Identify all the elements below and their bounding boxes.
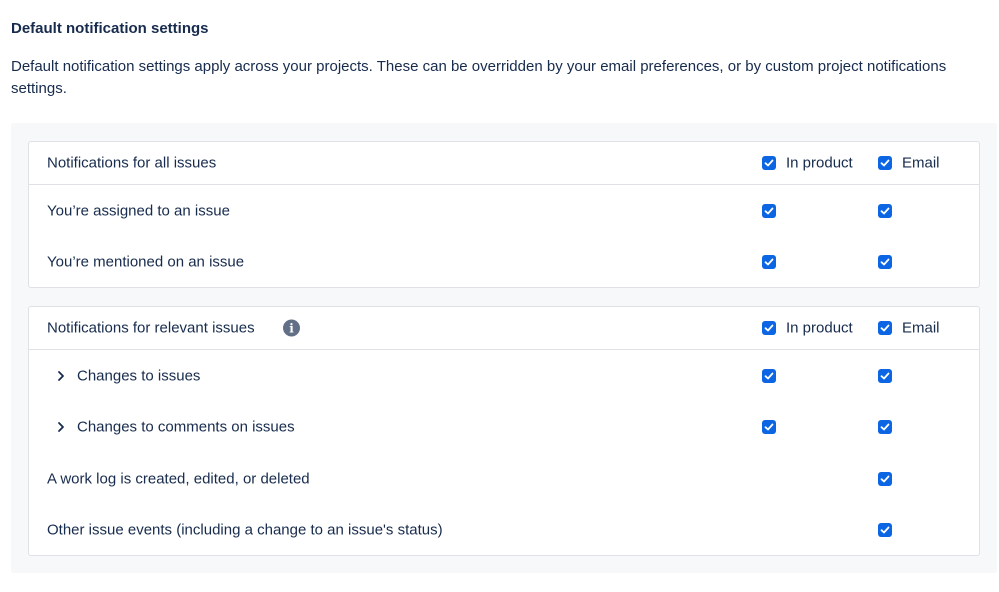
check-icon <box>880 207 890 215</box>
relevant-issues-title: Notifications for relevant issues <box>47 319 255 337</box>
row-label: Changes to issues <box>77 367 201 385</box>
chevron-right-icon[interactable] <box>55 421 67 433</box>
in-product-column-label: In product <box>786 319 853 337</box>
check-icon <box>764 324 774 332</box>
email-checkbox[interactable] <box>878 368 892 383</box>
row-label: You’re mentioned on an issue <box>47 253 245 271</box>
in-product-checkbox[interactable] <box>762 420 776 435</box>
check-icon <box>880 423 890 431</box>
all-issues-email-checkbox[interactable] <box>878 156 892 170</box>
in-product-checkbox[interactable] <box>762 368 776 383</box>
email-checkbox[interactable] <box>878 420 892 435</box>
relevant-issues-header: Notifications for relevant issues i In p… <box>29 307 979 350</box>
relevant-issues-card: Notifications for relevant issues i In p… <box>28 306 980 556</box>
relevant-issues-email-checkbox[interactable] <box>878 321 892 335</box>
list-item: Other issue events (including a change t… <box>29 505 979 557</box>
check-icon <box>764 372 774 380</box>
check-icon <box>764 159 774 167</box>
all-issues-title: Notifications for all issues <box>47 154 217 172</box>
row-label: Other issue events (including a change t… <box>47 521 443 539</box>
email-column-label: Email <box>902 154 940 172</box>
email-column-label: Email <box>902 319 940 337</box>
relevant-issues-in-product-checkbox[interactable] <box>762 321 776 335</box>
check-icon <box>764 423 774 431</box>
email-checkbox[interactable] <box>878 471 892 486</box>
all-issues-in-product-checkbox[interactable] <box>762 156 776 170</box>
chevron-right-icon[interactable] <box>55 370 67 382</box>
check-icon <box>880 372 890 380</box>
expandable-row-changes-to-issues[interactable]: Changes to issues <box>29 350 979 402</box>
check-icon <box>880 475 890 483</box>
list-item: A work log is created, edited, or delete… <box>29 453 979 505</box>
all-issues-card: Notifications for all issues In product … <box>28 141 980 288</box>
in-product-column-label: In product <box>786 154 853 172</box>
info-icon[interactable]: i <box>283 319 300 337</box>
check-icon <box>880 324 890 332</box>
email-checkbox[interactable] <box>878 523 892 538</box>
in-product-checkbox[interactable] <box>762 255 776 270</box>
check-icon <box>880 526 890 534</box>
list-item: You’re assigned to an issue <box>29 185 979 237</box>
list-item: You’re mentioned on an issue <box>29 237 979 289</box>
row-label: Changes to comments on issues <box>77 418 295 436</box>
check-icon <box>764 258 774 266</box>
in-product-checkbox[interactable] <box>762 203 776 218</box>
row-label: A work log is created, edited, or delete… <box>47 470 310 488</box>
check-icon <box>764 207 774 215</box>
page-title: Default notification settings <box>11 20 209 37</box>
check-icon <box>880 159 890 167</box>
expandable-row-changes-to-comments[interactable]: Changes to comments on issues <box>29 402 979 454</box>
email-checkbox[interactable] <box>878 255 892 270</box>
email-checkbox[interactable] <box>878 203 892 218</box>
row-label: You’re assigned to an issue <box>47 202 230 220</box>
check-icon <box>880 258 890 266</box>
page-description: Default notification settings apply acro… <box>11 58 947 97</box>
all-issues-header: Notifications for all issues In product … <box>29 142 979 185</box>
notification-settings-panel: Notifications for all issues In product … <box>11 123 997 573</box>
